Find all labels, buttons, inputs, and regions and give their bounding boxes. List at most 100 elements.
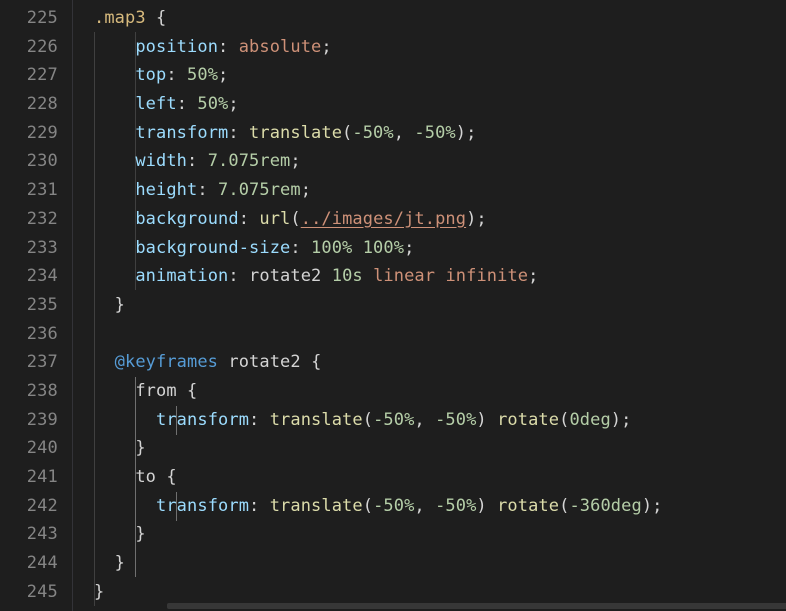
line-number: 232 <box>26 208 58 229</box>
token-paren-close: ); <box>455 122 477 143</box>
token-colon: : <box>228 266 250 287</box>
token-rotate-value: 0deg <box>569 409 611 430</box>
code-line-225[interactable]: .map3 { <box>94 4 786 33</box>
token-colon: : <box>249 495 270 516</box>
horizontal-scrollbar-thumb[interactable] <box>167 603 786 609</box>
token-value: absolute <box>238 36 322 57</box>
code-line-238[interactable]: from { <box>94 377 786 406</box>
code-line-239[interactable]: transform: translate(-50%, -50%) rotate(… <box>94 406 786 435</box>
token-paren-close: ); <box>641 495 663 516</box>
token-brace-close: } <box>94 524 146 545</box>
token-function-translate: translate <box>269 495 363 516</box>
code-content-area[interactable]: .map3 { position: absolute; top: 50%; le… <box>72 0 786 611</box>
horizontal-scrollbar-track[interactable] <box>144 601 786 611</box>
code-line-240[interactable]: } <box>94 434 786 463</box>
code-line-228[interactable]: left: 50%; <box>94 90 786 119</box>
token-rotate-value: -360deg <box>569 495 642 516</box>
token-colon: : <box>187 151 208 172</box>
code-line-232[interactable]: background: url(../images/jt.png); <box>94 205 786 234</box>
line-number-gutter: 225 226 227 228 229 230 231 232 233 234 … <box>0 0 72 607</box>
token-colon: : <box>166 65 188 86</box>
token-function-rotate: rotate <box>497 495 560 516</box>
token-function-translate: translate <box>269 409 363 430</box>
code-line-243[interactable]: } <box>94 520 786 549</box>
line-number: 237 <box>26 352 58 373</box>
token-semicolon: ; <box>290 151 301 172</box>
token-brace-open: { <box>300 352 322 373</box>
token-property: animation <box>135 266 229 287</box>
line-number: 240 <box>26 438 58 459</box>
token-arg-x: -50% <box>352 122 394 143</box>
code-lines[interactable]: .map3 { position: absolute; top: 50%; le… <box>72 4 786 606</box>
token-property: top <box>135 65 167 86</box>
token-comma: , <box>393 122 415 143</box>
token-paren-open: ( <box>362 495 374 516</box>
line-number: 236 <box>26 323 58 344</box>
line-number: 227 <box>26 65 58 86</box>
token-function-rotate: rotate <box>497 409 560 430</box>
token-colon: : <box>249 409 270 430</box>
line-number: 229 <box>26 122 58 143</box>
token-function-url: url <box>259 208 291 229</box>
code-line-235[interactable]: } <box>94 291 786 320</box>
token-function-translate: translate <box>249 122 343 143</box>
token-brace-close: } <box>94 294 126 315</box>
token-property: background-size <box>135 237 291 258</box>
token-property: height <box>135 180 198 201</box>
image-path-link[interactable]: ../images/jt.png <box>301 209 466 229</box>
token-comma: , <box>414 495 436 516</box>
token-paren-close: ) <box>476 409 498 430</box>
code-line-227[interactable]: top: 50%; <box>94 61 786 90</box>
code-line-236[interactable] <box>94 320 786 349</box>
code-line-229[interactable]: transform: translate(-50%, -50%); <box>94 119 786 148</box>
token-colon: : <box>290 237 312 258</box>
token-arg-y: -50% <box>435 495 477 516</box>
code-line-226[interactable]: position: absolute; <box>94 33 786 62</box>
token-paren-open: ( <box>559 495 570 516</box>
code-line-234[interactable]: animation: rotate2 10s linear infinite; <box>94 262 786 291</box>
line-number: 233 <box>26 237 58 258</box>
token-property: background <box>135 208 239 229</box>
line-number: 228 <box>26 94 58 115</box>
line-number: 230 <box>26 151 58 172</box>
token-colon: : <box>218 36 239 57</box>
token-brace-open: { <box>156 467 177 487</box>
line-number: 226 <box>26 36 58 57</box>
code-editor[interactable]: 225 226 227 228 229 230 231 232 233 234 … <box>0 0 786 611</box>
code-line-242[interactable]: transform: translate(-50%, -50%) rotate(… <box>94 492 786 521</box>
code-line-241[interactable]: to { <box>94 463 786 492</box>
code-line-233[interactable]: background-size: 100% 100%; <box>94 234 786 263</box>
token-arg-y: -50% <box>435 409 477 430</box>
code-line-237[interactable]: @keyframes rotate2 { <box>94 348 786 377</box>
token-brace-close: } <box>94 553 126 574</box>
code-line-244[interactable]: } <box>94 549 786 578</box>
token-brace-close: } <box>94 581 105 602</box>
token-brace-close: } <box>94 438 146 459</box>
token-keyframe-name: rotate2 <box>228 352 301 373</box>
token-semicolon: ; <box>528 266 539 287</box>
token-paren-close: ); <box>610 409 632 430</box>
code-line-231[interactable]: height: 7.075rem; <box>94 176 786 205</box>
gutter-divider <box>72 0 73 611</box>
line-number: 244 <box>26 553 58 574</box>
token-animation-timing: linear <box>373 266 436 287</box>
code-line-230[interactable]: width: 7.075rem; <box>94 147 786 176</box>
token-colon: : <box>228 122 250 143</box>
line-number: 243 <box>26 524 58 545</box>
token-value: 7.075rem <box>218 180 301 201</box>
line-number: 245 <box>26 581 58 602</box>
token-property: position <box>135 36 219 57</box>
token-arg-x: -50% <box>373 409 415 430</box>
token-semicolon: ; <box>228 94 239 115</box>
